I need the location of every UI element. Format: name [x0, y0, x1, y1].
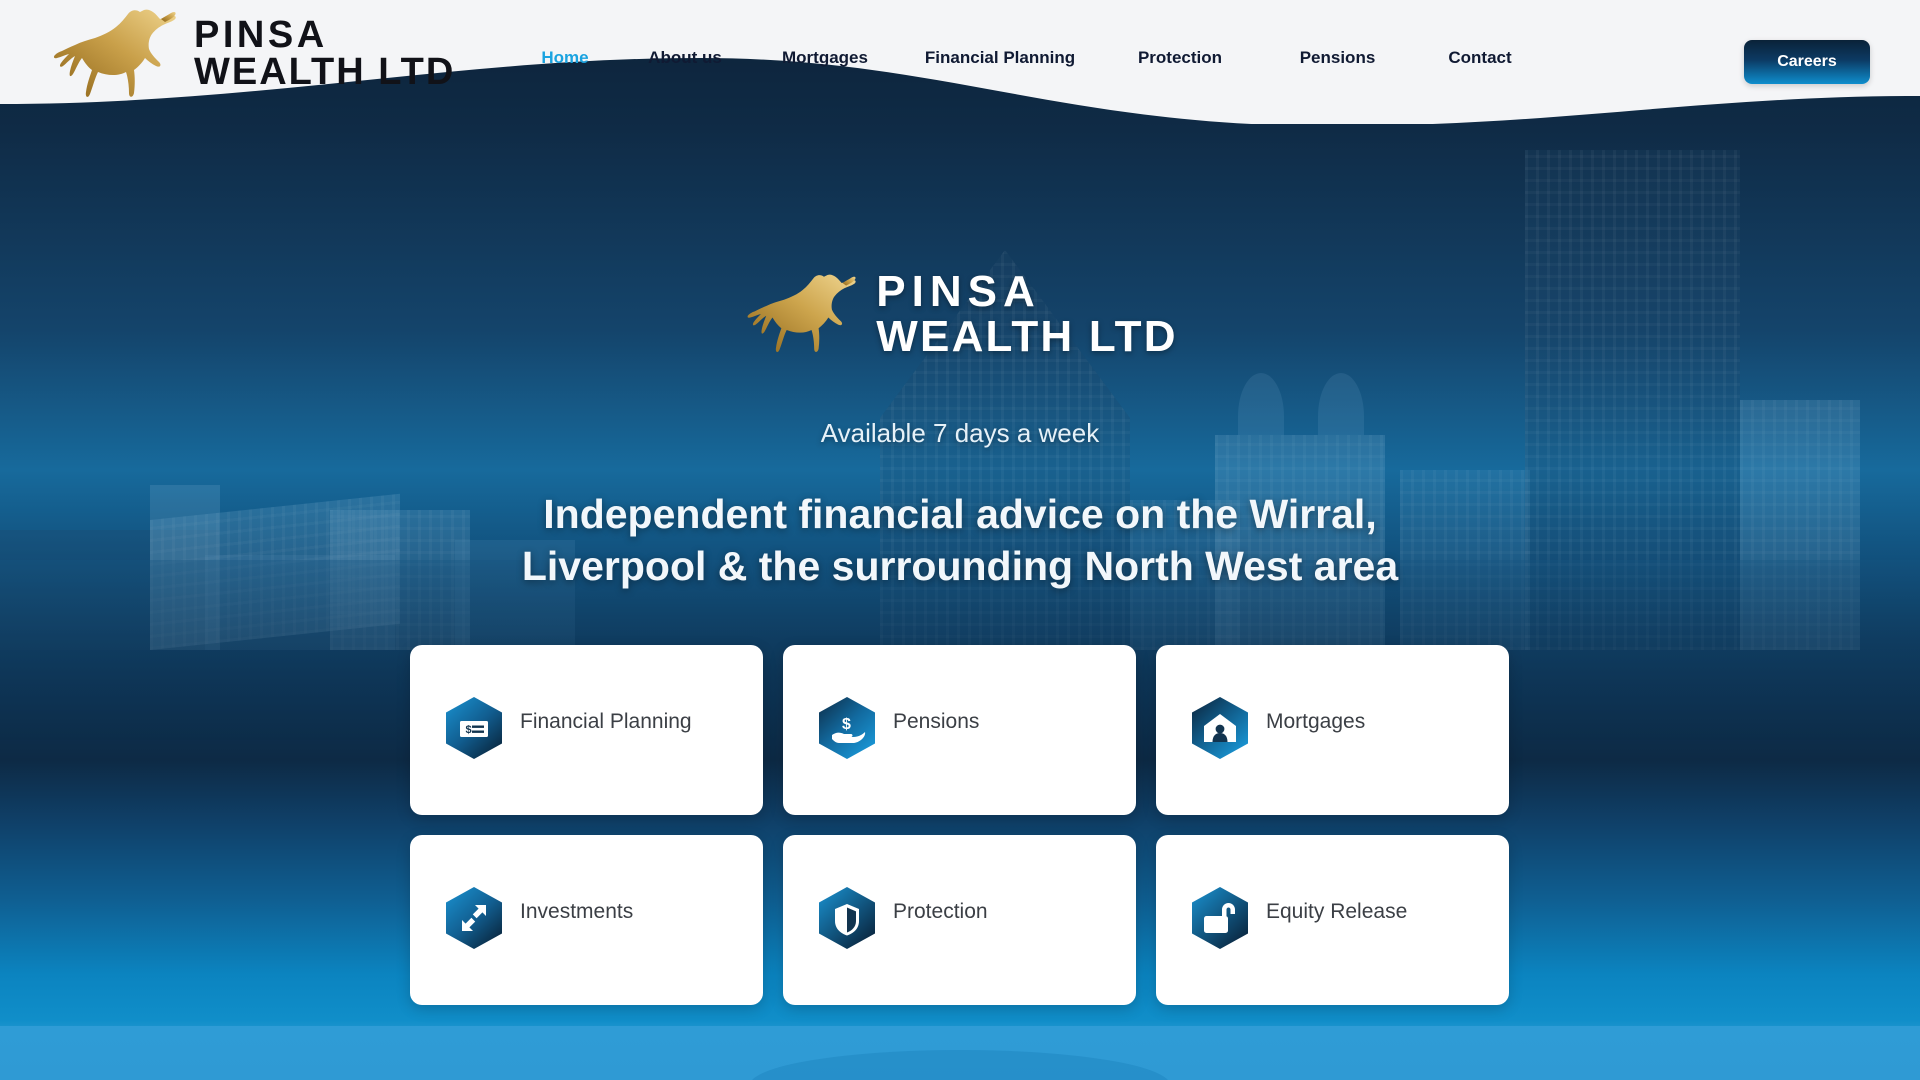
hero-logo: PINSA WEALTH LTD	[742, 258, 1177, 370]
open-padlock-icon	[1192, 887, 1248, 949]
service-card-equity-release[interactable]: Equity Release	[1156, 835, 1509, 1005]
nav-item-financial-planning[interactable]: Financial Planning	[925, 42, 1075, 74]
hero-logo-line-2: WEALTH LTD	[876, 312, 1178, 361]
site-logo[interactable]: PINSA WEALTH LTD	[48, 8, 455, 100]
careers-button[interactable]: Careers	[1744, 40, 1870, 84]
service-card-pensions[interactable]: $ Pensions	[783, 645, 1136, 815]
shield-icon	[819, 887, 875, 949]
service-card-label: Investments	[520, 900, 634, 923]
site-header: PINSA WEALTH LTD Home About us Mortgages…	[0, 0, 1920, 124]
hero-headline-line-1: Independent financial advice on the Wirr…	[543, 491, 1377, 537]
service-card-label: Equity Release	[1266, 900, 1408, 923]
logo-line-2: WEALTH LTD	[194, 51, 456, 93]
hero-headline-line-2: Liverpool & the surrounding North West a…	[521, 543, 1399, 590]
hero-tagline: Available 7 days a week	[820, 418, 1100, 448]
nav-item-home[interactable]: Home	[541, 42, 588, 74]
logo-wordmark: PINSA WEALTH LTD	[194, 14, 456, 93]
hero-logo-wordmark: PINSA WEALTH LTD	[876, 266, 1178, 361]
nav-item-protection[interactable]: Protection	[1138, 42, 1222, 74]
nav-item-contact[interactable]: Contact	[1448, 42, 1511, 74]
house-person-icon	[1192, 697, 1248, 759]
money-cheque-icon: $	[446, 697, 502, 759]
service-card-protection[interactable]: Protection	[783, 835, 1136, 1005]
hero-headline: Independent financial advice on the Wirr…	[410, 488, 1510, 593]
page-root: PINSA WEALTH LTD Home About us Mortgages…	[0, 0, 1920, 1080]
horse-icon	[53, 9, 176, 97]
nav-item-pensions[interactable]: Pensions	[1300, 42, 1376, 74]
svg-text:$: $	[466, 724, 472, 736]
svg-text:$: $	[842, 716, 851, 733]
service-card-label: Pensions	[893, 710, 980, 733]
hand-holding-dollar-icon: $	[819, 697, 875, 759]
service-card-investments[interactable]: Investments	[410, 835, 763, 1005]
hero-logo-line-1: PINSA	[876, 266, 1041, 316]
service-card-label: Financial Planning	[520, 710, 692, 733]
hero-section: PINSA WEALTH LTD Available 7 days a week…	[0, 0, 1920, 1080]
service-card-financial-planning[interactable]: $ Financial Planning	[410, 645, 763, 815]
service-card-label: Protection	[893, 900, 988, 923]
logo-line-1: PINSA	[194, 14, 328, 57]
expand-arrows-icon	[446, 887, 502, 949]
nav-item-about-us[interactable]: About us	[648, 42, 722, 74]
main-navigation: Home About us Mortgages Financial Planni…	[510, 42, 1545, 74]
service-card-label: Mortgages	[1266, 710, 1366, 733]
service-cards-grid: $ Financial Planning $ Pensions Mortgage…	[410, 645, 1510, 1005]
horse-icon	[747, 274, 856, 353]
service-card-mortgages[interactable]: Mortgages	[1156, 645, 1509, 815]
nav-item-mortgages[interactable]: Mortgages	[782, 42, 868, 74]
